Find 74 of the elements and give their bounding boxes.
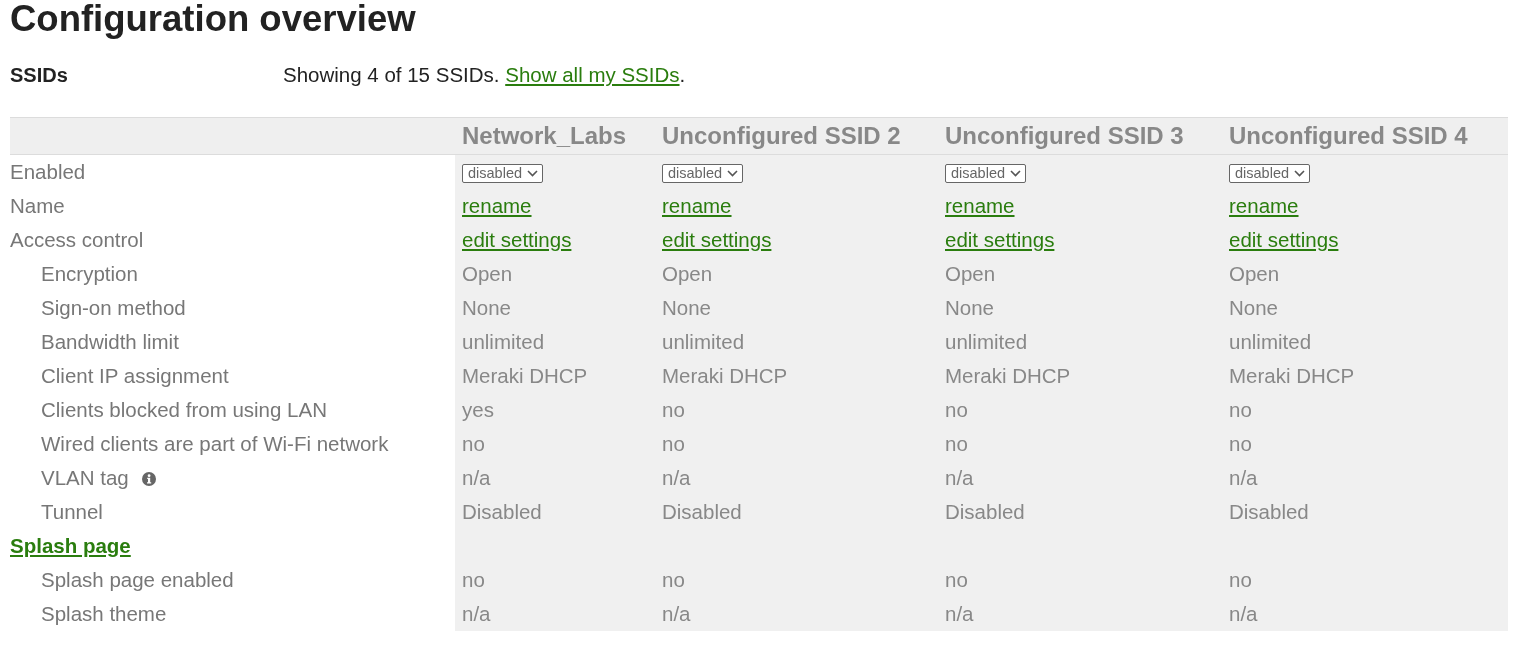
table-cell: no [1222,392,1508,427]
table-cell: n/a [938,596,1222,631]
table-cell: no [455,562,655,597]
table-cell: no [938,562,1222,597]
row-label: Client IP assignment [10,358,455,393]
row-label: Splash theme [10,596,455,631]
enabled-dropdown[interactable]: disabled [662,163,743,183]
table-cell: n/a [938,460,1222,495]
row-label: Encryption [10,256,455,291]
cell-link[interactable]: rename [662,193,732,217]
table-cell: no [938,426,1222,461]
row-label: Clients blocked from using LAN [10,392,455,427]
row-label: Bandwidth limit [10,324,455,359]
row-label: Access control [10,222,455,257]
chevron-down-icon [727,169,738,177]
table-cell: Open [455,256,655,291]
table-cell: unlimited [655,324,938,359]
chevron-down-icon [1294,169,1305,177]
table-cell: Meraki DHCP [455,358,655,393]
table-cell: n/a [455,460,655,495]
enabled-dropdown[interactable]: disabled [462,163,543,183]
row-label: Enabled [10,154,455,189]
show-all-ssids-link[interactable]: Show all my SSIDs [505,63,680,86]
table-cell: n/a [455,596,655,631]
ssid-summary-text: Showing 4 of 15 SSIDs. Show all my SSIDs. [283,63,687,87]
table-cell: n/a [1222,596,1508,631]
table-cell: n/a [655,460,938,495]
table-cell: None [655,290,938,325]
cell-link[interactable]: rename [1229,193,1299,217]
table-cell: None [938,290,1222,325]
column-header: Unconfigured SSID 3 [938,117,1222,155]
row-label: Sign-on method [10,290,455,325]
table-cell: n/a [1222,460,1508,495]
row-label: VLAN tag [41,465,129,489]
table-cell: Meraki DHCP [938,358,1222,393]
column-header: Network_Labs [455,117,655,155]
table-cell: unlimited [938,324,1222,359]
table-cell: Meraki DHCP [1222,358,1508,393]
cell-link[interactable]: rename [945,193,1015,217]
column-header: Unconfigured SSID 4 [1222,117,1508,155]
row-label: Name [10,188,455,223]
table-cell: Disabled [938,494,1222,529]
section-label: SSIDs [10,63,69,87]
table-cell: unlimited [455,324,655,359]
table-cell: no [455,426,655,461]
table-cell: no [655,392,938,427]
enabled-dropdown[interactable]: disabled [1229,163,1310,183]
row-label: Splash page enabled [10,562,455,597]
table-cell: Meraki DHCP [655,358,938,393]
chevron-down-icon [527,169,538,177]
table-cell: unlimited [1222,324,1508,359]
table-cell: n/a [655,596,938,631]
table-cell: None [455,290,655,325]
table-cell: Open [938,256,1222,291]
table-cell: Open [1222,256,1508,291]
table-cell: Disabled [1222,494,1508,529]
table-cell: None [1222,290,1508,325]
table-cell: no [655,426,938,461]
table-cell: Disabled [455,494,655,529]
table-cell: no [1222,562,1508,597]
table-cell: no [938,392,1222,427]
enabled-dropdown[interactable]: disabled [945,163,1026,183]
info-icon[interactable] [141,471,156,486]
table-cell: no [1222,426,1508,461]
row-label: Tunnel [10,494,455,529]
table-cell: no [655,562,938,597]
chevron-down-icon [1010,169,1021,177]
table-cell: yes [455,392,655,427]
page-title: Configuration overview [10,0,417,38]
table-cell: Open [655,256,938,291]
table-cell: Disabled [655,494,938,529]
section-link[interactable]: Splash page [10,533,131,557]
row-label: Wired clients are part of Wi-Fi network [10,426,455,461]
column-header: Unconfigured SSID 2 [655,117,938,155]
